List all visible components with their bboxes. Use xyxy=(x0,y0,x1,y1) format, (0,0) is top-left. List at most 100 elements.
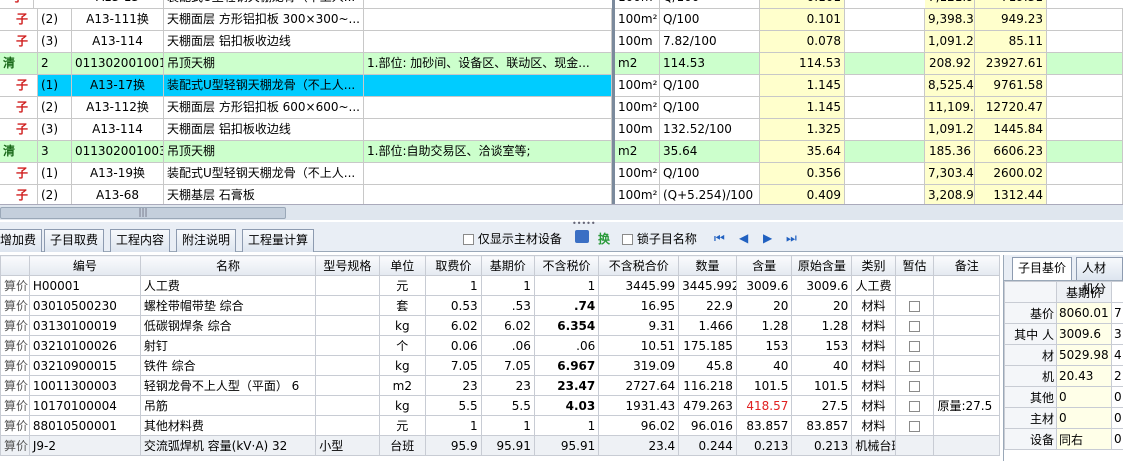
only-main-material-option[interactable]: 仅显示主材设备 xyxy=(463,230,562,247)
cell-name: 人工费 xyxy=(139,275,317,296)
col-unit: 100m² xyxy=(615,9,660,30)
prev-icon[interactable]: ◀ xyxy=(739,231,748,245)
column-header[interactable]: 类别 xyxy=(851,255,896,276)
cell-fee: 95.9 xyxy=(425,435,482,456)
grid-row-partial[interactable]: 子 A13-13 装配式U型轻钢天棚龙骨（不上人... 100m² Q/100 … xyxy=(0,0,1123,9)
horizontal-scrollbar[interactable]: ||| xyxy=(0,204,1123,220)
column-header[interactable]: 不含税合价 xyxy=(598,255,680,276)
col-unit: 100m xyxy=(615,119,660,140)
cell-base: 23 xyxy=(480,375,535,396)
estimate-checkbox-box[interactable] xyxy=(909,300,921,312)
column-header[interactable]: 名称 xyxy=(139,255,317,276)
grid-row-sub-item[interactable]: 子 (2) A13-68 天棚基层 石膏板 100m² (Q+5.254)/100 0.40… xyxy=(0,185,1123,204)
scroll-thumb[interactable]: ||| xyxy=(0,207,286,219)
estimate-checkbox[interactable] xyxy=(894,315,935,336)
grid-row-bill-item[interactable]: 清 3 011302001003 吊顶天棚 1.部位:自助交易区、洽谈室等; m2 35.6… xyxy=(0,141,1123,163)
grid-row-sub-item[interactable]: 子 (2) A13-111换 天棚面层 方形铝扣板 300×300~... 100m² Q… xyxy=(0,9,1123,31)
column-header[interactable]: 数量 xyxy=(678,255,737,276)
estimate-checkbox[interactable] xyxy=(894,355,935,376)
tree-glyph: 子 xyxy=(0,119,38,140)
estimate-checkbox[interactable] xyxy=(894,435,935,456)
last-icon[interactable]: ⏭ xyxy=(786,231,797,246)
cell-code: 03210100026 xyxy=(28,335,141,356)
tab-notes[interactable]: 附注说明 xyxy=(176,229,237,252)
column-header[interactable]: 不含税价 xyxy=(533,255,600,276)
resource-row[interactable]: 算价 10170100004 吊筋 kg 5.5 5.5 4.03 1931.43 479.26… xyxy=(0,395,1000,416)
grid-row-sub-item[interactable]: 子 (3) A13-114 天棚面层 铝扣板收边线 100m 7.82/100 0.078 1… xyxy=(0,31,1123,53)
estimate-checkbox-box[interactable] xyxy=(909,380,921,392)
grid-row-sub-item[interactable]: 子 (1) A13-17换 装配式U型轻钢天棚龙骨（不上人... 100m² Q/100 1… xyxy=(0,75,1123,97)
next-icon[interactable]: ▶ xyxy=(763,231,772,245)
swap-button[interactable]: 换 xyxy=(598,230,610,247)
column-header[interactable]: 取费价 xyxy=(425,255,482,276)
estimate-checkbox-box[interactable] xyxy=(909,420,921,432)
estimate-checkbox[interactable] xyxy=(894,335,935,356)
resource-row[interactable]: 算价 88010500001 其他材料费元 1 1 1 96.02 96.016 83.857 8… xyxy=(0,415,1000,436)
estimate-checkbox[interactable] xyxy=(894,275,935,296)
save-icon[interactable] xyxy=(575,230,589,243)
tree-glyph: 子 xyxy=(0,75,38,96)
splitter-grip[interactable]: ••••• xyxy=(572,219,596,228)
column-header[interactable]: 单位 xyxy=(378,255,427,276)
column-header[interactable]: 含量 xyxy=(735,255,793,276)
estimate-checkbox[interactable] xyxy=(894,415,935,436)
estimate-checkbox-box[interactable] xyxy=(909,400,921,412)
column-header[interactable]: 暂估 xyxy=(894,255,935,276)
resource-row[interactable]: 算价 H00001 人工费元 1 1 1 3445.99 3445.992 3009.6 3009… xyxy=(0,275,1000,296)
grid-row-bill-item[interactable]: 清 2 011302001001 吊顶天棚 1.部位: 加砂间、设备区、联动区、现金..… xyxy=(0,53,1123,75)
grid-row-sub-item[interactable]: 子 (2) A13-112换 天棚面层 方形铝扣板 600×600~... 100m² Q… xyxy=(0,97,1123,119)
cell-content: 83.857 xyxy=(735,415,793,436)
empty-cell xyxy=(845,75,925,96)
col-seq: (3) xyxy=(38,119,72,140)
resource-row[interactable]: 算价 J9-2 交流弧焊机 容量(kV·A) 32 小型 台班 95.9 95.91 95.9… xyxy=(0,435,1000,456)
breakdown-value: 同右 xyxy=(1056,428,1112,450)
cell-orig: 27.5 xyxy=(791,395,853,416)
column-header[interactable]: 原始含量 xyxy=(791,255,853,276)
tab-item-base-price[interactable]: 子目基价 xyxy=(1012,257,1073,280)
column-header[interactable]: 型号规格 xyxy=(315,255,380,276)
breakdown-value: 5029.98 xyxy=(1056,344,1112,366)
breakdown-value: 20.43 xyxy=(1056,365,1112,387)
column-header[interactable]: 编号 xyxy=(28,255,141,276)
empty-cell xyxy=(1047,185,1123,204)
only-main-material-checkbox[interactable] xyxy=(463,234,474,245)
first-icon[interactable]: ⏮ xyxy=(714,231,725,246)
empty-cell xyxy=(845,53,925,74)
grid-row-sub-item[interactable]: 子 (3) A13-114 天棚面层 铝扣板收边线 100m 132.52/100 1.32… xyxy=(0,119,1123,141)
col-code: A13-114 xyxy=(72,119,164,140)
resource-row[interactable]: 算价 10011300003 轻钢龙骨不上人型（平面） 6 m2 23 23 23.47 27… xyxy=(0,375,1000,396)
col-code: A13-68 xyxy=(72,185,164,204)
estimate-checkbox-box[interactable] xyxy=(909,340,921,352)
tab-item-fee[interactable]: 子目取费 xyxy=(44,229,105,252)
cell-unit: 台班 xyxy=(378,435,427,456)
empty-cell xyxy=(1047,119,1123,140)
tab-add-fee[interactable]: 增加费 xyxy=(0,229,43,252)
cell-name: 螺栓带帽带垫 综合 xyxy=(139,295,317,316)
lock-name-checkbox[interactable] xyxy=(622,234,633,245)
resource-row[interactable]: 算价 03130100019 低碳钢焊条 综合 kg 6.02 6.02 6.354 9.31… xyxy=(0,315,1000,336)
grid-row-sub-item[interactable]: 子 (1) A13-19换 装配式U型轻钢天棚龙骨（不上人... 100m² Q/100 0… xyxy=(0,163,1123,185)
column-header[interactable]: 备注 xyxy=(933,255,1000,276)
breakdown-label: 机 xyxy=(1004,365,1057,387)
estimate-checkbox-box[interactable] xyxy=(909,360,921,372)
cell-spec xyxy=(315,415,380,436)
col-qty: 0.409 xyxy=(760,185,845,204)
cell-unit: kg xyxy=(378,315,427,336)
estimate-checkbox[interactable] xyxy=(894,375,935,396)
resource-row[interactable]: 算价 03210100026 射钉个 0.06.06.06 10.51 175.185 15… xyxy=(0,335,1000,356)
cell-code: 10011300003 xyxy=(28,375,141,396)
tab-resource-breakdown[interactable]: 人材机分 xyxy=(1076,257,1123,296)
frozen-column-splitter[interactable] xyxy=(612,0,615,204)
estimate-checkbox[interactable] xyxy=(894,295,935,316)
estimate-checkbox[interactable] xyxy=(894,395,935,416)
price-breakdown-row: 其中 人 3009.6 3 xyxy=(1004,323,1123,345)
estimate-checkbox-box[interactable] xyxy=(909,320,921,332)
lock-name-option[interactable]: 锁子目名称 xyxy=(622,230,697,247)
resource-row[interactable]: 算价 03210900015 铁件 综合 kg 7.05 7.05 6.967 319.09 4… xyxy=(0,355,1000,376)
cell-spec xyxy=(315,295,380,316)
column-header[interactable]: 基期价 xyxy=(480,255,535,276)
tab-work-content[interactable]: 工程内容 xyxy=(110,229,171,252)
resource-row[interactable]: 算价 03010500230 螺栓带帽带垫 综合 套 0.53.53.74 16.95 22… xyxy=(0,295,1000,316)
tab-quantity-calc[interactable]: 工程量计算 xyxy=(242,229,315,252)
col-code: A13-112换 xyxy=(72,97,164,118)
